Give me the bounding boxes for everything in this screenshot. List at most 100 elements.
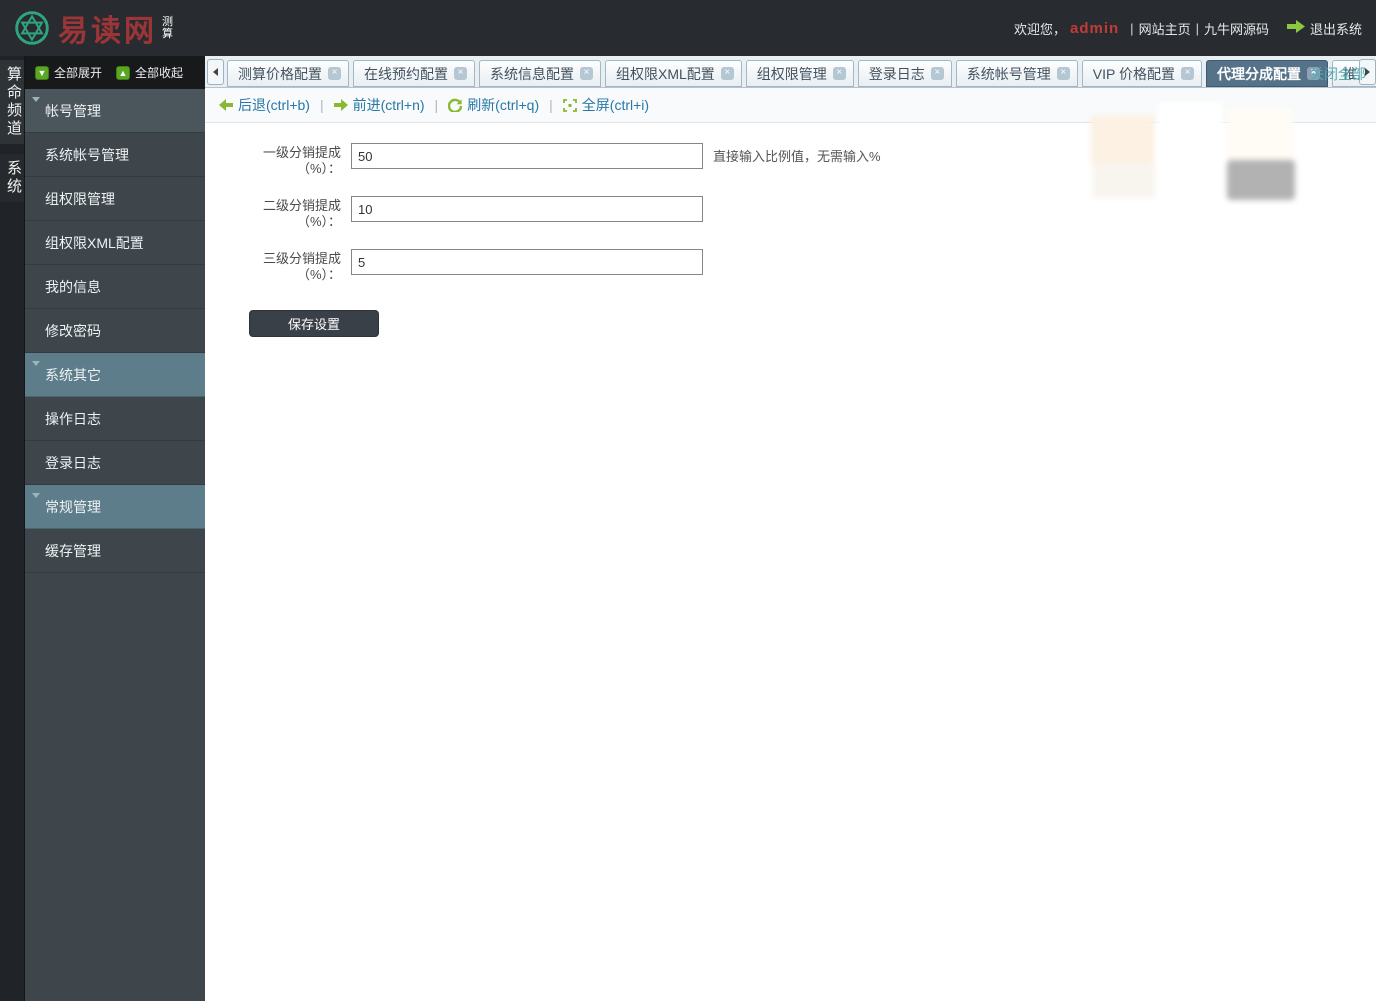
logo: 易读网 测算 <box>14 6 176 50</box>
tab-label: 代理分成配置 <box>1217 65 1301 82</box>
label-line2: （%）： <box>296 267 341 282</box>
collapse-all-button[interactable]: ▲ 全部收起 <box>116 64 183 81</box>
forward-label: 前进(ctrl+n) <box>352 97 425 113</box>
tab-label: 系统信息配置 <box>490 65 574 82</box>
left-arrow-icon <box>213 68 218 76</box>
expand-all-button[interactable]: ▼ 全部展开 <box>35 64 102 81</box>
sidebar-item-group-permissions[interactable]: 组权限管理 <box>25 177 205 221</box>
sidebar-item-my-info[interactable]: 我的信息 <box>25 265 205 309</box>
separator: | <box>549 97 553 113</box>
separator: | <box>1130 20 1134 36</box>
tab-close-icon[interactable] <box>930 67 944 80</box>
tab-close-icon[interactable] <box>1056 67 1070 80</box>
refresh-button[interactable]: 刷新(ctrl+q) <box>448 95 539 115</box>
level3-commission-input[interactable] <box>351 249 703 275</box>
fullscreen-label: 全屏(ctrl+i) <box>581 97 650 113</box>
header-right: 欢迎您， admin | 网站主页 | 九牛网源码 退出系统 <box>1014 19 1362 38</box>
sidebar-item-cache[interactable]: 缓存管理 <box>25 529 205 573</box>
input-hint: 直接输入比例值，无需输入% <box>713 149 881 164</box>
channel-tab-system[interactable]: 系统 <box>0 154 24 202</box>
channel-strip: 算命频道 系统 <box>0 56 24 1001</box>
tab[interactable]: 组权限XML配置 <box>605 60 742 87</box>
refresh-label: 刷新(ctrl+q) <box>467 97 540 113</box>
tab-bar: 测算价格配置 在线预约配置 系统信息配置 组权限XML配置 组权限管理 登录日志… <box>205 56 1376 88</box>
form-row-level3: 三级分销提成 （%）： <box>249 249 1376 283</box>
header: 易读网 测算 欢迎您， admin | 网站主页 | 九牛网源码 退出系统 <box>0 0 1376 56</box>
forward-arrow-icon <box>333 99 348 111</box>
save-settings-button[interactable]: 保存设置 <box>249 310 379 337</box>
sidebar-item-change-password[interactable]: 修改密码 <box>25 309 205 353</box>
username: admin <box>1069 19 1120 37</box>
tab[interactable]: 测算价格配置 <box>227 60 349 87</box>
separator: | <box>434 97 439 113</box>
sidebar-group-system-other[interactable]: 系统其它 <box>25 353 205 397</box>
tab-close-icon[interactable] <box>832 67 846 80</box>
tab-label: 登录日志 <box>868 65 925 82</box>
home-link[interactable]: 网站主页 <box>1139 19 1191 38</box>
level1-label: 一级分销提成 （%）： <box>249 143 341 177</box>
expand-all-label: 全部展开 <box>54 66 103 80</box>
tab-label: 组权限XML配置 <box>616 65 715 82</box>
tab-scroll-left-button[interactable] <box>207 59 224 85</box>
back-label: 后退(ctrl+b) <box>238 97 310 113</box>
close-all-tabs-button[interactable]: 关闭全部 <box>1310 64 1366 84</box>
fullscreen-icon <box>562 98 577 112</box>
sidebar-topbar: ▼ 全部展开 ▲ 全部收起 <box>25 56 205 89</box>
source-link[interactable]: 九牛网源码 <box>1204 19 1269 38</box>
welcome-text: 欢迎您， <box>1013 21 1066 37</box>
label-line1: 一级分销提成 <box>262 145 341 160</box>
channel-tab-suanming[interactable]: 算命频道 <box>0 60 24 144</box>
tab-label: VIP 价格配置 <box>1092 65 1175 82</box>
logout-arrow-icon <box>1286 20 1305 36</box>
form-row-level2: 二级分销提成 （%）： <box>249 196 1376 230</box>
label-line2: （%）： <box>296 214 341 229</box>
sidebar-group-account[interactable]: 帐号管理 <box>25 89 205 133</box>
tab[interactable]: VIP 价格配置 <box>1081 60 1202 87</box>
fullscreen-button[interactable]: 全屏(ctrl+i) <box>562 95 650 115</box>
collapse-all-icon: ▲ <box>116 65 131 80</box>
tab[interactable]: 组权限管理 <box>745 60 854 87</box>
level1-commission-input[interactable] <box>351 143 703 169</box>
separator: | <box>1195 20 1199 36</box>
tab[interactable]: 系统帐号管理 <box>955 60 1078 87</box>
label-line2: （%）： <box>296 161 341 176</box>
level2-label: 二级分销提成 （%）： <box>249 196 341 230</box>
tab-close-icon[interactable] <box>720 67 734 80</box>
label-line1: 二级分销提成 <box>262 198 341 213</box>
tab-close-icon[interactable] <box>454 67 467 80</box>
expand-all-icon: ▼ <box>35 65 49 80</box>
label-line1: 三级分销提成 <box>262 251 341 266</box>
back-button[interactable]: 后退(ctrl+b) <box>219 95 310 115</box>
back-arrow-icon <box>219 99 233 111</box>
tab-close-icon[interactable] <box>1181 67 1194 80</box>
content-area: 测算价格配置 在线预约配置 系统信息配置 组权限XML配置 组权限管理 登录日志… <box>205 56 1376 1001</box>
sidebar-item-operation-log[interactable]: 操作日志 <box>25 397 205 441</box>
tab-label: 在线预约配置 <box>364 65 448 82</box>
level2-commission-input[interactable] <box>351 196 703 222</box>
admin-app: 易读网 测算 欢迎您， admin | 网站主页 | 九牛网源码 退出系统 算命… <box>0 0 1376 1001</box>
separator: | <box>319 97 324 113</box>
sidebar-item-login-log[interactable]: 登录日志 <box>25 441 205 485</box>
form-row-level1: 一级分销提成 （%）： 直接输入比例值，无需输入% <box>249 143 1376 177</box>
sidebar-item-group-permissions-xml[interactable]: 组权限XML配置 <box>25 221 205 265</box>
tab-label: 系统帐号管理 <box>966 65 1051 82</box>
logout-button[interactable]: 退出系统 <box>1310 19 1362 38</box>
forward-button[interactable]: 前进(ctrl+n) <box>333 95 425 115</box>
tab-label: 组权限管理 <box>756 65 827 82</box>
refresh-icon <box>448 98 463 112</box>
sidebar: ▼ 全部展开 ▲ 全部收起 帐号管理 系统帐号管理 组权限管理 组权限XML配置… <box>24 56 205 1001</box>
sidebar-item-system-accounts[interactable]: 系统帐号管理 <box>25 133 205 177</box>
tab[interactable]: 系统信息配置 <box>479 60 601 87</box>
level3-label: 三级分销提成 （%）： <box>249 249 341 283</box>
tab-close-icon[interactable] <box>580 67 593 80</box>
tab[interactable]: 登录日志 <box>857 60 952 87</box>
sidebar-group-general[interactable]: 常规管理 <box>25 485 205 529</box>
tab-close-icon[interactable] <box>328 67 341 80</box>
site-subtitle: 测算 <box>162 16 173 40</box>
hexagram-logo-icon <box>15 11 49 45</box>
tab[interactable]: 在线预约配置 <box>353 60 475 87</box>
tab-label: 测算价格配置 <box>238 65 322 82</box>
site-title: 易读网 <box>58 15 157 48</box>
agent-commission-form: 一级分销提成 （%）： 直接输入比例值，无需输入% 二级分销提成 （%）： 三级… <box>205 123 1376 337</box>
page-toolbar: 后退(ctrl+b) | 前进(ctrl+n) | 刷新(ctrl+q) | 全… <box>205 88 1376 123</box>
